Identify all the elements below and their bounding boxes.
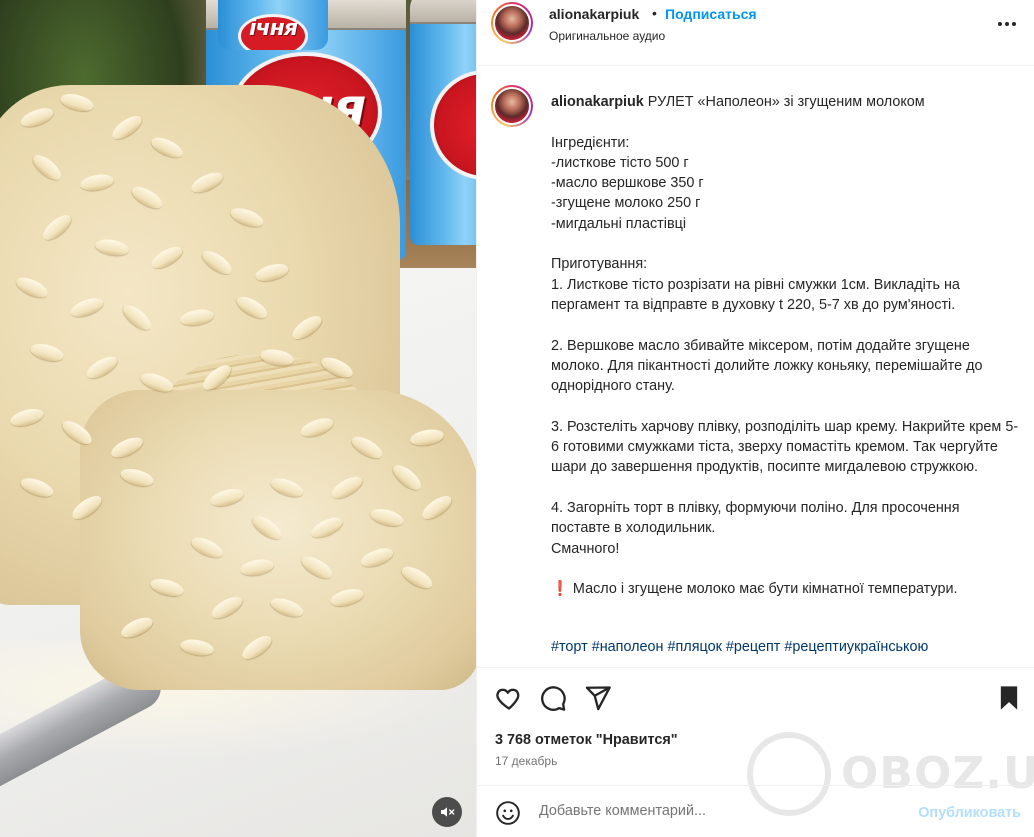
hashtag-link[interactable]: #рецептиукраїнською [784, 639, 928, 655]
hashtag-link[interactable]: #торт [551, 639, 588, 655]
caption-title: РУЛЕТ «Наполеон» зі згущеним молоком [647, 94, 925, 110]
more-horizontal-icon [998, 22, 1002, 26]
hashtag-link[interactable]: #рецепт [726, 639, 780, 655]
hashtags: #торт #наполеон #пляцок #рецепт #рецептиукра… [551, 639, 932, 655]
separator-dot: • [652, 5, 657, 21]
speaker-muted-icon [441, 807, 455, 817]
hashtag-link[interactable]: #наполеон [592, 639, 664, 655]
post-date[interactable]: 17 декабрь [495, 754, 557, 768]
header-username[interactable]: alionakarpiuk [549, 6, 639, 22]
like-count[interactable]: 3 768 отметок "Нравится" [495, 732, 678, 748]
bookmark-icon[interactable] [995, 684, 1023, 712]
smiley-icon[interactable] [495, 800, 521, 826]
warning-icon: ❗ [551, 581, 569, 598]
caption-avatar[interactable] [491, 85, 533, 127]
can-brand-text-small: ічня [249, 16, 298, 41]
caption-area: alionakarpiuk РУЛЕТ «Наполеон» зі згущен… [477, 67, 1034, 667]
action-bar: OBOZ.UA 3 768 отметок "Нравится" 17 дека… [477, 667, 1034, 816]
caption-body: Інгредієнти: -листкове тісто 500 г -масл… [551, 134, 1019, 557]
caption-text: alionakarpiuk РУЛЕТ «Наполеон» зі згущен… [551, 92, 1021, 599]
comment-bar: Опубликовать [477, 785, 1034, 837]
comment-input[interactable] [539, 803, 899, 819]
caption-username[interactable]: alionakarpiuk [551, 94, 644, 110]
caption-warning: Масло і згущене молоко має бути кімнатно… [572, 581, 958, 598]
post-media[interactable]: ічня ічня [0, 0, 476, 837]
audio-label[interactable]: Оригинальное аудио [549, 29, 665, 43]
paper-plane-icon[interactable] [584, 684, 612, 712]
post-panel: alionakarpiuk • Подписаться Оригинальное… [476, 0, 1034, 837]
follow-button[interactable]: Подписаться [665, 6, 757, 22]
mute-button[interactable] [432, 797, 462, 827]
heart-icon[interactable] [495, 684, 523, 712]
condensed-milk-can-right [410, 0, 476, 245]
post-header: alionakarpiuk • Подписаться Оригинальное… [477, 0, 1034, 66]
condensed-milk-can-back: ічня [218, 0, 328, 50]
hashtag-link[interactable]: #пляцок [668, 639, 722, 655]
more-options-button[interactable] [995, 14, 1019, 34]
avatar[interactable] [491, 2, 533, 44]
post-comment-button[interactable]: Опубликовать [918, 805, 1021, 821]
comment-icon[interactable] [539, 684, 567, 712]
